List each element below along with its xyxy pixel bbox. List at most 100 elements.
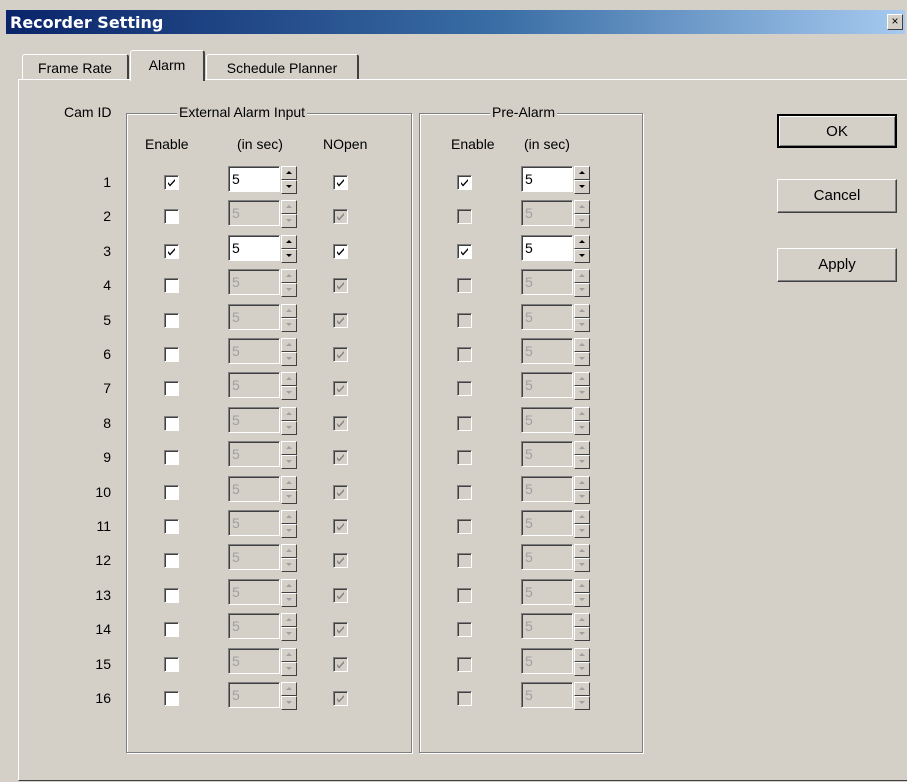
arrow-down-icon[interactable] [281,455,297,470]
pre-seconds-spinner-field[interactable]: 5 [521,682,573,708]
arrow-down-icon[interactable] [281,420,297,435]
pre-seconds-spinner-field[interactable]: 5 [521,406,573,433]
nopen-checkbox[interactable] [333,278,348,294]
pre-seconds-spinner-updown[interactable] [574,166,590,194]
pre-seconds-spinner-updown[interactable] [574,544,590,573]
ext-seconds-spinner-field[interactable]: 5 [228,234,280,261]
nopen-checkbox[interactable] [333,312,348,328]
ext-enable-checkbox[interactable] [164,622,179,638]
nopen-checkbox[interactable] [333,622,348,638]
nopen-checkbox[interactable] [333,347,348,362]
pre-seconds-spinner-updown[interactable] [574,441,590,470]
arrow-up-icon[interactable] [574,406,590,421]
arrow-down-icon[interactable] [281,696,297,710]
arrow-up-icon[interactable] [574,613,590,628]
arrow-down-icon[interactable] [574,420,590,435]
arrow-down-icon[interactable] [281,214,297,229]
nopen-checkbox[interactable] [333,656,348,672]
ext-seconds-spinner-updown[interactable] [281,234,297,263]
arrow-up-icon[interactable] [281,578,297,593]
ext-enable-checkbox[interactable] [164,175,179,190]
pre-seconds-spinner-field[interactable]: 5 [521,166,573,192]
ext-seconds-spinner-field[interactable]: 5 [228,441,280,468]
pre-seconds-spinner-field[interactable]: 5 [521,647,573,674]
pre-enable-checkbox[interactable] [457,553,472,569]
ext-enable-checkbox[interactable] [164,691,179,706]
pre-seconds-spinner-field[interactable]: 5 [521,338,573,364]
nopen-checkbox[interactable] [333,415,348,431]
ext-enable-checkbox[interactable] [164,381,179,397]
ext-seconds-spinner-updown[interactable] [281,406,297,435]
arrow-down-icon[interactable] [574,386,590,401]
nopen-checkbox[interactable] [333,587,348,603]
ext-seconds-spinner-updown[interactable] [281,647,297,676]
ext-seconds-spinner-updown[interactable] [281,613,297,642]
pre-enable-checkbox[interactable] [457,175,472,190]
arrow-down-icon[interactable] [281,283,297,298]
arrow-down-icon[interactable] [281,180,297,194]
pre-enable-checkbox[interactable] [457,415,472,431]
ext-seconds-spinner-updown[interactable] [281,269,297,298]
arrow-up-icon[interactable] [281,234,297,249]
close-icon[interactable]: × [887,14,903,30]
nopen-checkbox[interactable] [333,553,348,569]
ext-seconds-spinner-field[interactable]: 5 [228,578,280,605]
pre-seconds-spinner-updown[interactable] [574,200,590,229]
ext-seconds-spinner-updown[interactable] [281,372,297,401]
ext-enable-checkbox[interactable] [164,450,179,466]
arrow-up-icon[interactable] [574,475,590,490]
arrow-down-icon[interactable] [281,248,297,263]
arrow-up-icon[interactable] [574,441,590,456]
arrow-down-icon[interactable] [281,592,297,607]
pre-seconds-spinner-field[interactable]: 5 [521,613,573,640]
pre-seconds-spinner-updown[interactable] [574,475,590,504]
arrow-down-icon[interactable] [574,180,590,194]
pre-enable-checkbox[interactable] [457,587,472,603]
pre-seconds-spinner-updown[interactable] [574,578,590,607]
ext-enable-checkbox[interactable] [164,415,179,431]
pre-seconds-spinner-updown[interactable] [574,303,590,332]
arrow-up-icon[interactable] [281,372,297,387]
arrow-down-icon[interactable] [574,558,590,573]
pre-seconds-spinner-field[interactable]: 5 [521,578,573,605]
arrow-up-icon[interactable] [281,269,297,284]
arrow-up-icon[interactable] [281,544,297,559]
pre-enable-checkbox[interactable] [457,278,472,294]
arrow-down-icon[interactable] [574,317,590,332]
pre-seconds-spinner-updown[interactable] [574,372,590,401]
arrow-down-icon[interactable] [574,696,590,710]
arrow-down-icon[interactable] [574,627,590,642]
ok-button[interactable]: OK [777,114,897,148]
ext-seconds-spinner-field[interactable]: 5 [228,613,280,640]
ext-enable-checkbox[interactable] [164,519,179,534]
arrow-down-icon[interactable] [574,661,590,676]
nopen-checkbox[interactable] [333,450,348,466]
pre-seconds-spinner-updown[interactable] [574,338,590,366]
ext-seconds-spinner-updown[interactable] [281,441,297,470]
arrow-up-icon[interactable] [281,510,297,524]
ext-seconds-spinner-field[interactable]: 5 [228,682,280,708]
arrow-up-icon[interactable] [574,303,590,318]
ext-enable-checkbox[interactable] [164,347,179,362]
arrow-down-icon[interactable] [574,283,590,298]
apply-button[interactable]: Apply [777,248,897,282]
ext-seconds-spinner-updown[interactable] [281,578,297,607]
arrow-down-icon[interactable] [574,455,590,470]
arrow-up-icon[interactable] [281,647,297,662]
cancel-button[interactable]: Cancel [777,179,897,213]
arrow-up-icon[interactable] [281,406,297,421]
pre-seconds-spinner-updown[interactable] [574,682,590,710]
ext-seconds-spinner-updown[interactable] [281,544,297,573]
arrow-down-icon[interactable] [574,352,590,366]
arrow-up-icon[interactable] [574,269,590,284]
ext-enable-checkbox[interactable] [164,243,179,259]
ext-seconds-spinner-updown[interactable] [281,166,297,194]
tab-alarm[interactable]: Alarm [130,50,205,81]
arrow-down-icon[interactable] [574,214,590,229]
nopen-checkbox[interactable] [333,691,348,706]
ext-seconds-spinner-field[interactable]: 5 [228,510,280,536]
arrow-down-icon[interactable] [281,352,297,366]
ext-seconds-spinner-field[interactable]: 5 [228,406,280,433]
pre-seconds-spinner-updown[interactable] [574,613,590,642]
nopen-checkbox[interactable] [333,381,348,397]
